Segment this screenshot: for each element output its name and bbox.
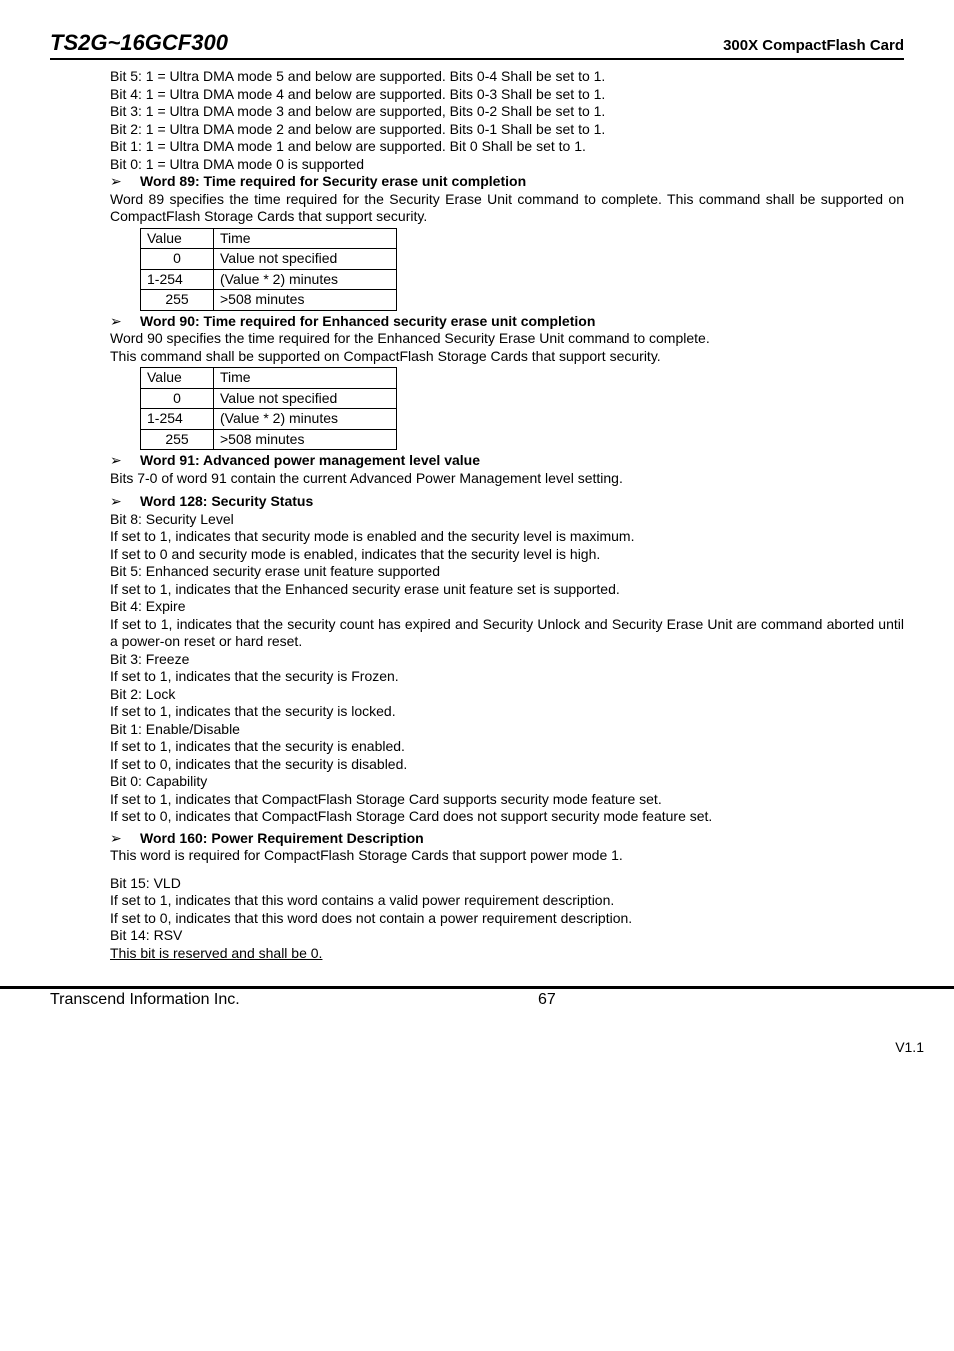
- table-row: 255 >508 minutes: [141, 290, 397, 311]
- table-header: Time: [214, 228, 397, 249]
- table-row: 0 Value not specified: [141, 388, 397, 409]
- body-text: Bit 14: RSV: [110, 927, 904, 945]
- body-text: Bit 5: Enhanced security erase unit feat…: [110, 563, 904, 581]
- word128-body: Bit 8: Security Level If set to 1, indic…: [110, 511, 904, 826]
- body-text: If set to 1, indicates that the security…: [110, 668, 904, 686]
- body-text: If set to 1, indicates that the security…: [110, 738, 904, 756]
- table-cell: >508 minutes: [214, 290, 397, 311]
- bullet-icon: ➢: [110, 452, 128, 470]
- table-word90: Value Time 0 Value not specified 1-254 (…: [140, 367, 397, 450]
- section-title: Word 160: Power Requirement Description: [140, 830, 904, 848]
- body-text: If set to 1, indicates that this word co…: [110, 892, 904, 910]
- footer-page-number: 67: [538, 991, 556, 1009]
- body-text: This word is required for CompactFlash S…: [110, 847, 904, 865]
- body-text: If set to 0, indicates that the security…: [110, 756, 904, 774]
- section-title: Word 90: Time required for Enhanced secu…: [140, 313, 904, 331]
- section-heading-word90: ➢ Word 90: Time required for Enhanced se…: [110, 313, 904, 331]
- bullet-icon: ➢: [110, 830, 128, 848]
- body-text: Bit 1: 1 = Ultra DMA mode 1 and below ar…: [110, 138, 904, 156]
- body-text: Bit 8: Security Level: [110, 511, 904, 529]
- footer-company: Transcend Information Inc.: [50, 991, 240, 1009]
- table-cell: 0: [141, 249, 214, 270]
- table-row: Value Time: [141, 228, 397, 249]
- table-cell: 1-254: [141, 269, 214, 290]
- body-text: Bit 3: 1 = Ultra DMA mode 3 and below ar…: [110, 103, 904, 121]
- body-text: Bit 2: 1 = Ultra DMA mode 2 and below ar…: [110, 121, 904, 139]
- body-text: Bit 0: 1 = Ultra DMA mode 0 is supported: [110, 156, 904, 174]
- body-text: If set to 1, indicates that security mod…: [110, 528, 904, 546]
- table-cell: 255: [141, 290, 214, 311]
- footer-version: V1.1: [0, 1009, 954, 1055]
- body-text: Bits 7-0 of word 91 contain the current …: [110, 470, 904, 488]
- table-row: 0 Value not specified: [141, 249, 397, 270]
- body-text: Word 90 specifies the time required for …: [110, 330, 904, 348]
- section-heading-word91: ➢ Word 91: Advanced power management lev…: [110, 452, 904, 470]
- table-cell: >508 minutes: [214, 429, 397, 450]
- body-text: If set to 0, indicates that this word do…: [110, 910, 904, 928]
- body-text: If set to 0, indicates that CompactFlash…: [110, 808, 904, 826]
- section-title: Word 91: Advanced power management level…: [140, 452, 904, 470]
- page-footer: Transcend Information Inc. 67: [0, 989, 954, 1009]
- bullet-icon: ➢: [110, 313, 128, 331]
- body-text: Bit 4: 1 = Ultra DMA mode 4 and below ar…: [110, 86, 904, 104]
- word160-body: Bit 15: VLD If set to 1, indicates that …: [110, 875, 904, 963]
- body-text: Bit 1: Enable/Disable: [110, 721, 904, 739]
- body-text: If set to 1, indicates that the Enhanced…: [110, 581, 904, 599]
- body-text: Bit 15: VLD: [110, 875, 904, 893]
- intro-bits: Bit 5: 1 = Ultra DMA mode 5 and below ar…: [110, 68, 904, 173]
- table-cell: (Value * 2) minutes: [214, 269, 397, 290]
- bullet-icon: ➢: [110, 493, 128, 511]
- table-cell: Value not specified: [214, 249, 397, 270]
- bullet-icon: ➢: [110, 173, 128, 191]
- body-text: Bit 2: Lock: [110, 686, 904, 704]
- body-text: This command shall be supported on Compa…: [110, 348, 904, 366]
- product-desc-title: 300X CompactFlash Card: [723, 37, 904, 54]
- table-header: Time: [214, 368, 397, 389]
- table-cell: 0: [141, 388, 214, 409]
- table-row: 1-254 (Value * 2) minutes: [141, 269, 397, 290]
- section-title: Word 128: Security Status: [140, 493, 904, 511]
- page-header: TS2G~16GCF300 300X CompactFlash Card: [50, 30, 904, 60]
- table-row: 1-254 (Value * 2) minutes: [141, 409, 397, 430]
- page-content: Bit 5: 1 = Ultra DMA mode 5 and below ar…: [110, 68, 904, 962]
- body-text: If set to 1, indicates that CompactFlash…: [110, 791, 904, 809]
- body-text: If set to 0 and security mode is enabled…: [110, 546, 904, 564]
- table-header: Value: [141, 368, 214, 389]
- table-cell: 255: [141, 429, 214, 450]
- body-text: Bit 5: 1 = Ultra DMA mode 5 and below ar…: [110, 68, 904, 86]
- product-model-title: TS2G~16GCF300: [50, 30, 228, 56]
- table-cell: (Value * 2) minutes: [214, 409, 397, 430]
- body-text: Word 89 specifies the time required for …: [110, 191, 904, 226]
- body-text: Bit 3: Freeze: [110, 651, 904, 669]
- table-cell: Value not specified: [214, 388, 397, 409]
- table-row: Value Time: [141, 368, 397, 389]
- table-header: Value: [141, 228, 214, 249]
- table-word89: Value Time 0 Value not specified 1-254 (…: [140, 228, 397, 311]
- body-text: If set to 1, indicates that the security…: [110, 616, 904, 651]
- section-heading-word89: ➢ Word 89: Time required for Security er…: [110, 173, 904, 191]
- section-heading-word128: ➢ Word 128: Security Status: [110, 493, 904, 511]
- section-title: Word 89: Time required for Security eras…: [140, 173, 904, 191]
- body-text: Bit 0: Capability: [110, 773, 904, 791]
- body-text: Bit 4: Expire: [110, 598, 904, 616]
- body-text: If set to 1, indicates that the security…: [110, 703, 904, 721]
- table-row: 255 >508 minutes: [141, 429, 397, 450]
- body-text: This bit is reserved and shall be 0.: [110, 945, 904, 963]
- section-heading-word160: ➢ Word 160: Power Requirement Descriptio…: [110, 830, 904, 848]
- table-cell: 1-254: [141, 409, 214, 430]
